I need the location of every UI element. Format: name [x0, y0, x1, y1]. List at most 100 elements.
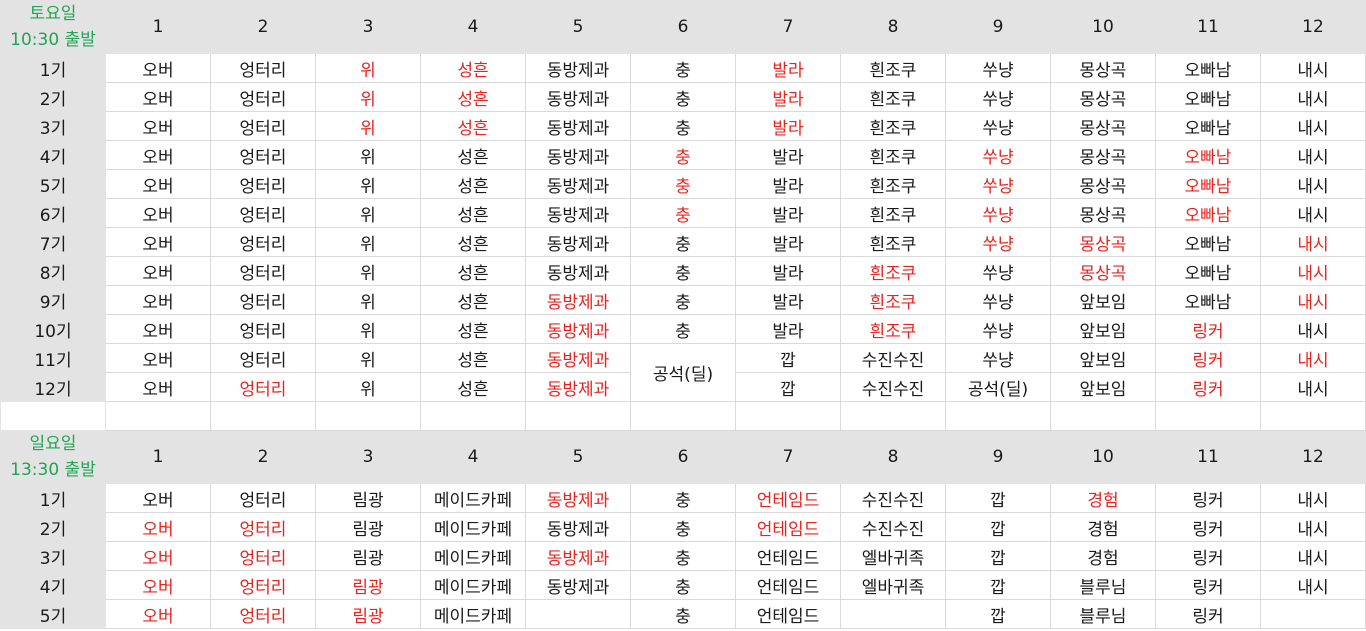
row-label: 1기	[0, 53, 106, 83]
table-cell: 오빠남	[1155, 82, 1261, 112]
section-title: 토요일 10:30 출발	[0, 0, 106, 54]
table-cell: 오빠남	[1155, 140, 1261, 170]
section-header-row: 토요일 10:30 출발 1 2 3 4 5 6 7 8 9 10 11 12	[0, 0, 1366, 54]
schedule-table: 토요일 10:30 출발 1 2 3 4 5 6 7 8 9 10 11 12 1기 오버 엉터리 위 성흔 동방제과…	[0, 0, 1366, 629]
table-cell: 발라	[735, 82, 841, 112]
table-cell: 동방제과	[525, 285, 631, 315]
table-cell: 내시	[1260, 198, 1366, 228]
column-header: 10	[1050, 0, 1156, 54]
table-cell: 흰조쿠	[840, 53, 946, 83]
table-row: 1기 오버 엉터리 위 성흔 동방제과 충 발라 흰조쿠 쑤냥 몽상곡 오빠남 내시	[0, 53, 1366, 83]
table-cell: 흰조쿠	[840, 285, 946, 315]
table-cell: 내시	[1260, 541, 1366, 571]
table-cell: 메이드카페	[420, 599, 526, 629]
table-cell: 발라	[735, 198, 841, 228]
table-cell: 엘바귀족	[840, 570, 946, 600]
table-cell: 몽상곡	[1050, 140, 1156, 170]
table-cell: 림광	[315, 599, 421, 629]
table-cell: 수진수진	[840, 512, 946, 542]
table-cell: 메이드카페	[420, 512, 526, 542]
table-cell: 엉터리	[210, 111, 316, 141]
table-cell: 링커	[1155, 512, 1261, 542]
table-cell: 쑤냥	[945, 198, 1051, 228]
table-cell: 발라	[735, 169, 841, 199]
table-cell: 엉터리	[210, 285, 316, 315]
table-cell: 흰조쿠	[840, 256, 946, 286]
table-cell: 충	[630, 111, 736, 141]
table-cell: 위	[315, 82, 421, 112]
table-cell: 언테임드	[735, 541, 841, 571]
table-cell: 오버	[105, 227, 211, 257]
table-cell: 쑤냥	[945, 82, 1051, 112]
empty-cell	[735, 401, 841, 431]
column-header: 1	[105, 0, 211, 54]
table-row: 10기 오버 엉터리 위 성흔 동방제과 충 발라 흰조쿠 쑤냥 앞보임 링커 내시	[0, 314, 1366, 344]
table-cell: 성흔	[420, 227, 526, 257]
section-title: 일요일 13:30 출발	[0, 430, 106, 484]
table-cell: 수진수진	[840, 372, 946, 402]
table-cell: 동방제과	[525, 483, 631, 513]
table-cell: 엉터리	[210, 314, 316, 344]
table-cell: 위	[315, 343, 421, 373]
table-cell: 몽상곡	[1050, 256, 1156, 286]
table-cell: 엉터리	[210, 570, 316, 600]
row-label: 11기	[0, 343, 106, 373]
table-cell: 림광	[315, 570, 421, 600]
table-cell: 발라	[735, 53, 841, 83]
empty-cell	[420, 401, 526, 431]
table-cell: 오버	[105, 372, 211, 402]
table-cell: 깝	[945, 483, 1051, 513]
table-cell: 몽상곡	[1050, 227, 1156, 257]
table-cell: 동방제과	[525, 169, 631, 199]
row-label: 3기	[0, 111, 106, 141]
row-label: 1기	[0, 483, 106, 513]
table-cell: 충	[630, 198, 736, 228]
empty-cell	[1260, 401, 1366, 431]
table-cell: 몽상곡	[1050, 111, 1156, 141]
empty-cell	[630, 401, 736, 431]
table-cell: 발라	[735, 111, 841, 141]
table-cell: 위	[315, 140, 421, 170]
table-cell: 오빠남	[1155, 227, 1261, 257]
table-cell: 위	[315, 198, 421, 228]
table-cell: 공석(딜)	[630, 343, 736, 402]
table-cell: 몽상곡	[1050, 198, 1156, 228]
row-label: 5기	[0, 599, 106, 629]
table-cell: 성흔	[420, 111, 526, 141]
row-label: 8기	[0, 256, 106, 286]
table-cell: 경험	[1050, 483, 1156, 513]
table-cell: 몽상곡	[1050, 82, 1156, 112]
column-header: 8	[840, 430, 946, 484]
table-cell: 앞보임	[1050, 372, 1156, 402]
table-cell: 오빠남	[1155, 111, 1261, 141]
table-cell: 성흔	[420, 82, 526, 112]
table-cell: 내시	[1260, 53, 1366, 83]
column-header: 11	[1155, 0, 1261, 54]
column-header: 11	[1155, 430, 1261, 484]
table-cell: 성흔	[420, 140, 526, 170]
table-cell: 성흔	[420, 169, 526, 199]
column-header: 2	[210, 0, 316, 54]
table-row: 1기 오버 엉터리 림광 메이드카페 동방제과 충 언테임드 수진수진 깝 경험 링커 내시	[0, 483, 1366, 513]
table-cell: 위	[315, 372, 421, 402]
table-cell: 위	[315, 314, 421, 344]
table-cell: 오버	[105, 343, 211, 373]
row-label: 5기	[0, 169, 106, 199]
table-cell: 오빠남	[1155, 169, 1261, 199]
table-cell: 오빠남	[1155, 198, 1261, 228]
table-cell: 경험	[1050, 541, 1156, 571]
column-header: 1	[105, 430, 211, 484]
table-cell: 오버	[105, 285, 211, 315]
table-cell: 메이드카페	[420, 483, 526, 513]
table-cell: 성흔	[420, 53, 526, 83]
column-header: 6	[630, 430, 736, 484]
column-header: 4	[420, 430, 526, 484]
table-cell: 내시	[1260, 512, 1366, 542]
table-row: 9기 오버 엉터리 위 성흔 동방제과 충 발라 흰조쿠 쑤냥 앞보임 오빠남 내시	[0, 285, 1366, 315]
table-cell: 수진수진	[840, 343, 946, 373]
table-cell: 오버	[105, 599, 211, 629]
table-cell: 오버	[105, 140, 211, 170]
table-cell: 내시	[1260, 372, 1366, 402]
table-cell: 충	[630, 169, 736, 199]
table-row: 5기 오버 엉터리 위 성흔 동방제과 충 발라 흰조쿠 쑤냥 몽상곡 오빠남 내시	[0, 169, 1366, 199]
